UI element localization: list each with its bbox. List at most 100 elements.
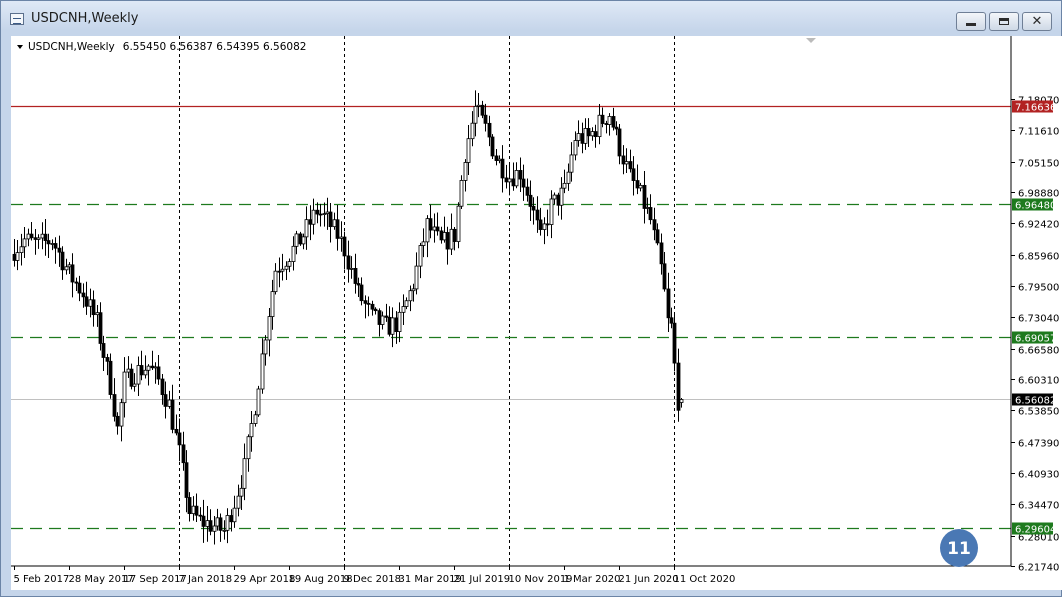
candle-body-up — [36, 237, 41, 240]
candle-body-down — [198, 514, 203, 517]
candle-body-up — [225, 515, 230, 531]
candle-body-up — [301, 236, 306, 245]
candle-body-down — [346, 255, 351, 270]
candle-body-down — [370, 303, 375, 310]
candle-body-up — [205, 520, 210, 527]
candle-body-up — [119, 402, 124, 427]
badge: 11 — [940, 529, 978, 567]
minimize-button[interactable] — [956, 12, 986, 31]
chart-menu-arrow-icon[interactable] — [17, 45, 23, 49]
candle-body-down — [642, 184, 647, 209]
candle-body-up — [132, 383, 137, 387]
candle-body-down — [435, 226, 440, 232]
candle-body-up — [569, 154, 574, 173]
candle-body-down — [170, 399, 175, 430]
candle-body-up — [239, 487, 244, 497]
candle-body-down — [57, 247, 62, 253]
candle-body-down — [428, 218, 433, 231]
candle-body-down — [174, 428, 179, 434]
candle-body-up — [153, 366, 158, 369]
candle-body-down — [604, 123, 609, 125]
candle-body-up — [95, 312, 100, 316]
y-tick-label: 6.53850 — [1018, 407, 1059, 418]
svg-text:USDCNH,Weekly6.55450 6.56387 6: USDCNH,Weekly 6.55450 6.56387 6.54395 6.5… — [28, 41, 306, 53]
candle-body-up — [19, 246, 24, 254]
candle-body-down — [277, 270, 282, 273]
candle-body-down — [108, 360, 113, 395]
candle-body-down — [74, 281, 79, 284]
candle-body-down — [353, 267, 358, 284]
candle-body-up — [294, 233, 299, 247]
y-tick-label: 6.60310 — [1018, 376, 1059, 387]
candle-body-up — [597, 114, 602, 138]
candle-body-up — [26, 233, 31, 240]
candle-body-down — [487, 122, 492, 138]
candle-body-down — [439, 230, 444, 241]
candle-body-down — [115, 415, 120, 427]
candle-body-up — [22, 238, 27, 248]
candle-body-up — [67, 264, 72, 268]
level-price-label: 6.29604 — [1015, 525, 1056, 536]
candle-body-up — [232, 507, 237, 523]
candle-body-up — [191, 505, 196, 515]
candle-body-down — [187, 497, 192, 515]
candle-body-down — [445, 232, 450, 250]
candle-body-up — [263, 339, 268, 355]
close-button[interactable]: ✕ — [1022, 12, 1052, 31]
candle-body-down — [373, 308, 378, 312]
candle-body-down — [70, 264, 75, 283]
candle-body-up — [339, 236, 344, 239]
candle-body-up — [50, 243, 55, 245]
candle-body-down — [593, 131, 598, 138]
chart-shift-marker-icon[interactable] — [806, 38, 816, 43]
candle-body-down — [363, 300, 368, 304]
candle-body-up — [332, 219, 337, 228]
candle-body-up — [15, 252, 20, 261]
candle-body-up — [390, 317, 395, 335]
level-price-label: 6.56082 — [1015, 396, 1056, 407]
candle-body-down — [46, 240, 51, 245]
candle-body-down — [672, 322, 677, 364]
x-tick-label: 5 Feb 2017 — [14, 574, 70, 585]
candle-body-up — [607, 116, 612, 125]
candle-body-down — [490, 136, 495, 157]
candle-body-up — [380, 315, 385, 325]
candle-body-down — [101, 343, 106, 358]
candle-body-up — [143, 369, 148, 376]
y-tick-label: 6.47390 — [1018, 439, 1059, 450]
candle-body-down — [580, 133, 585, 144]
candle-body-down — [525, 186, 530, 196]
candle-body-down — [112, 394, 117, 417]
chart-area[interactable]: 7.180707.116107.051506.988806.924206.859… — [11, 36, 1062, 590]
candle-body-down — [600, 114, 605, 124]
y-tick-label: 6.34470 — [1018, 501, 1059, 512]
candle-body-down — [377, 310, 382, 325]
candle-body-up — [414, 265, 419, 290]
candle-body-down — [150, 365, 155, 369]
candle-body-down — [452, 228, 457, 242]
title-bar[interactable]: USDCNH,Weekly ✕ — [1, 1, 1061, 35]
time-axis[interactable]: 5 Feb 2017 28 May 201717 Sep 20177 Jan 20… — [14, 566, 736, 585]
candle-body-up — [253, 414, 258, 424]
y-tick-label: 6.66580 — [1018, 346, 1059, 357]
candlestick-chart[interactable]: 7.180707.116107.051506.988806.924206.859… — [11, 36, 1062, 590]
level-price-label: 6.96480 — [1015, 201, 1056, 212]
candle-body-down — [163, 394, 168, 407]
candle-body-up — [242, 458, 247, 489]
candle-body-up — [122, 371, 127, 404]
y-tick-label: 6.92420 — [1018, 220, 1059, 231]
candles — [12, 90, 684, 545]
candle-body-down — [208, 520, 213, 532]
chart-ohlc-label: 6.55450 6.56387 6.54395 6.56082 — [123, 41, 307, 53]
x-tick-label: 29 Apr 2018 — [234, 574, 296, 585]
candle-body-up — [507, 178, 512, 183]
candle-body-down — [394, 317, 399, 332]
candle-body-down — [359, 284, 364, 302]
candle-body-up — [236, 495, 241, 509]
candle-body-down — [628, 161, 633, 170]
price-axis[interactable]: 7.180707.116107.051506.988806.924206.859… — [1011, 96, 1059, 574]
candle-body-down — [528, 194, 533, 207]
maximize-button[interactable] — [989, 12, 1019, 31]
candle-body-up — [304, 219, 309, 238]
y-tick-label: 7.11610 — [1018, 127, 1059, 138]
